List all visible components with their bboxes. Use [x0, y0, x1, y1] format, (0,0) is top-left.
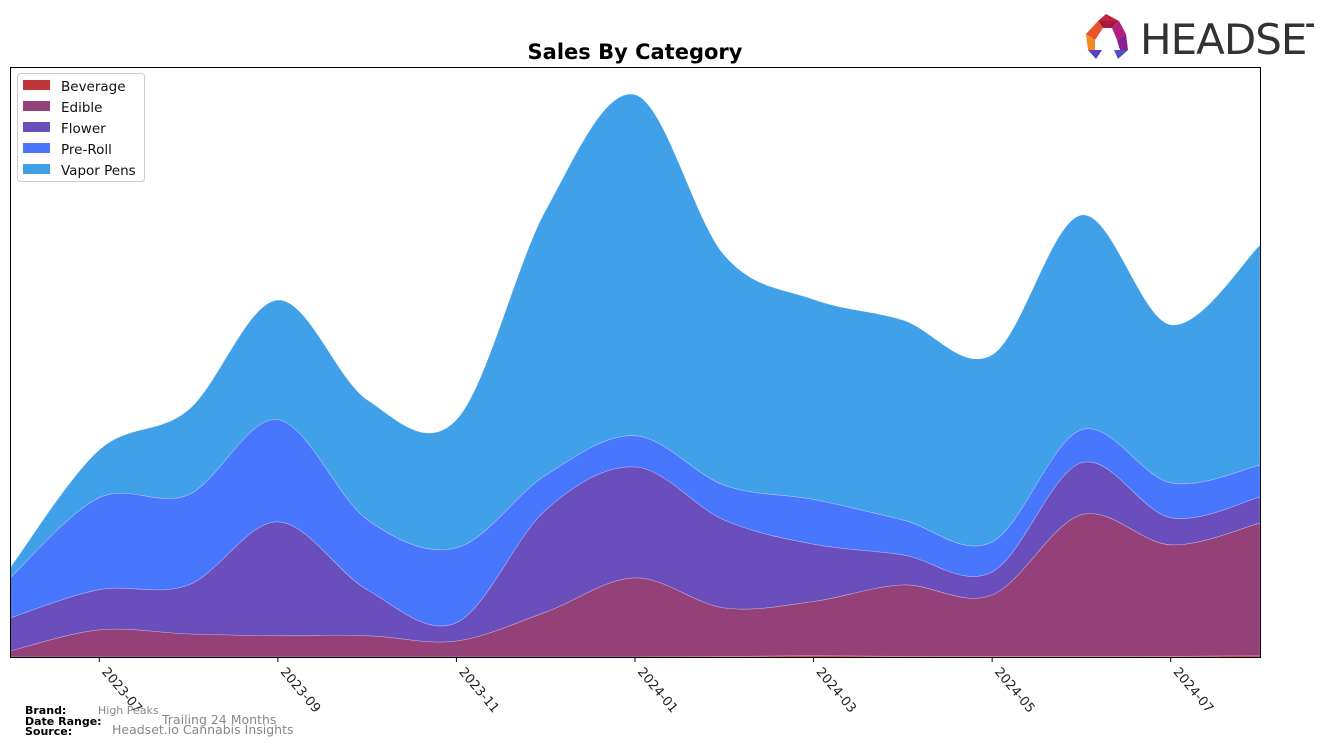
x-tick-label: 2024-05 — [991, 665, 1037, 716]
logo-wordmark: HEADSET — [1140, 15, 1314, 64]
x-tick-label: 2023-09 — [277, 665, 323, 716]
legend-label-edible: Edible — [61, 100, 102, 116]
headset-logo: HEADSET — [1084, 14, 1324, 64]
legend: Beverage Edible Flower Pre-Roll Vapor Pens — [17, 73, 145, 182]
headset-logo-icon: HEADSET — [1086, 14, 1324, 64]
sales-by-category-chart: Sales By Category 2023-07 2023-09 2023-11 2… — [9, 40, 1261, 716]
source-value: Headset.io Cannabis Insights — [112, 722, 294, 737]
legend-swatch-beverage — [23, 80, 50, 90]
legend-label-vapor-pens: Vapor Pens — [61, 163, 136, 179]
x-tick-label: 2023-11 — [455, 665, 501, 716]
x-tick-label: 2024-07 — [1170, 665, 1216, 716]
legend-swatch-pre-roll — [23, 143, 50, 153]
brand-value: High Peaks — [98, 704, 159, 717]
x-axis: 2023-07 2023-09 2023-11 2024-01 2024-03 2024-… — [98, 657, 1216, 716]
legend-label-pre-roll: Pre-Roll — [61, 142, 112, 158]
legend-label-flower: Flower — [61, 121, 106, 137]
x-tick-label: 2024-03 — [813, 665, 859, 716]
x-tick-label: 2024-01 — [634, 665, 680, 716]
legend-swatch-edible — [23, 101, 50, 111]
legend-swatch-vapor-pens — [23, 164, 50, 174]
chart-title: Sales By Category — [528, 40, 743, 64]
stacked-areas — [9, 94, 1261, 658]
source-label: Source: — [25, 725, 73, 738]
legend-swatch-flower — [23, 122, 50, 132]
legend-label-beverage: Beverage — [61, 79, 126, 95]
